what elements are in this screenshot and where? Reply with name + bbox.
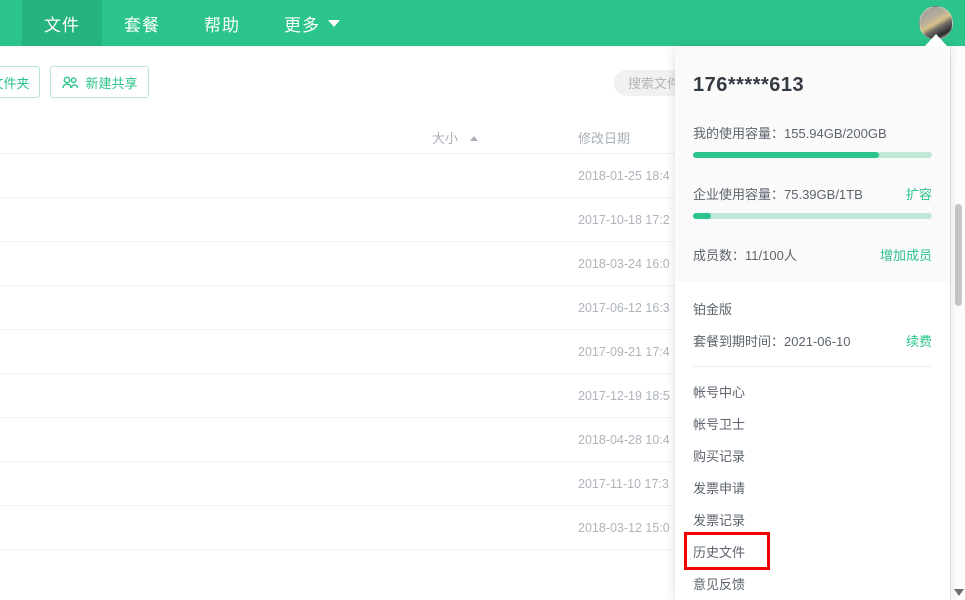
nav-tab-help[interactable]: 帮助 [182,0,262,46]
dropdown-pointer [925,34,947,46]
new-folder-button[interactable]: 新建文件夹 [0,66,40,98]
file-date-cell: 2017-12-19 18:5 [578,389,670,403]
plan-expiry-label: 套餐到期时间：2021-06-10 [693,331,932,350]
nav-tab-more[interactable]: 更多 [262,0,362,46]
top-navigation-bar: 文件 套餐 帮助 更多 [0,0,965,46]
menu-item-label: 历史文件 [693,542,745,561]
menu-item-5[interactable]: 历史文件 [687,535,767,567]
new-folder-label: 新建文件夹 [0,73,30,92]
menu-item-1[interactable]: 帐号卫士 [693,407,932,439]
file-date-cell: 2018-03-24 16:0 [578,257,670,271]
menu-item-label: 发票申请 [693,478,745,497]
column-header-date[interactable]: 修改日期 [578,128,630,147]
menu-item-label: 发票记录 [693,510,745,529]
app-root: 文件 套餐 帮助 更多 新建文件夹 [0,0,965,600]
menu-item-label: 帐号中心 [693,382,745,401]
menu-item-0[interactable]: 帐号中心 [693,375,932,407]
chevron-down-icon [328,20,340,27]
menu-item-3[interactable]: 发票申请 [693,471,932,503]
nav-tab-more-label: 更多 [284,11,320,36]
account-summary-section: 176*****613 我的使用容量：155.94GB/200GB 企业使用容量… [675,46,950,282]
nav-tab-files-label: 文件 [44,11,80,36]
personal-quota-label: 我的使用容量：155.94GB/200GB [693,123,932,142]
account-phone-number: 176*****613 [693,46,932,97]
sort-ascending-arrow-icon [470,136,478,141]
new-share-label: 新建共享 [86,73,138,92]
menu-item-label: 帐号卫士 [693,414,745,433]
account-menu-list: 帐号中心帐号卫士购买记录发票申请发票记录历史文件意见反馈退出云盘 [693,367,932,600]
enterprise-quota-row: 企业使用容量：75.39GB/1TB 扩容 [693,184,932,219]
column-header-size[interactable]: 大小 [432,128,478,147]
menu-item-6[interactable]: 意见反馈 [693,567,932,599]
column-header-date-label: 修改日期 [578,131,630,146]
file-date-cell: 2017-10-18 17:2 [578,213,670,227]
renew-plan-link[interactable]: 续费 [906,331,932,350]
menu-item-label: 意见反馈 [693,574,745,593]
scroll-down-arrow-icon[interactable] [954,589,964,596]
personal-quota-row: 我的使用容量：155.94GB/200GB [693,123,932,158]
menu-item-label: 购买记录 [693,446,745,465]
menu-item-4[interactable]: 发票记录 [693,503,932,535]
account-dropdown-panel: 176*****613 我的使用容量：155.94GB/200GB 企业使用容量… [675,46,950,600]
personal-quota-bar [693,152,932,158]
file-date-cell: 2018-01-25 18:4 [578,169,670,183]
member-count-row: 成员数：11/100人 增加成员 [693,245,932,266]
menu-item-2[interactable]: 购买记录 [693,439,932,471]
nav-tab-help-label: 帮助 [204,11,240,36]
new-share-button[interactable]: 新建共享 [50,66,149,98]
nav-tab-plans[interactable]: 套餐 [102,0,182,46]
file-date-cell: 2017-11-10 17:3 [578,477,669,491]
plan-expiry-row: 套餐到期时间：2021-06-10 续费 [693,331,932,366]
column-header-size-label: 大小 [432,131,458,146]
nav-tab-plans-label: 套餐 [124,11,160,36]
nav-tab-files[interactable]: 文件 [22,0,102,46]
nav-tabs: 文件 套餐 帮助 更多 [22,0,362,46]
enterprise-quota-bar [693,213,932,219]
file-date-cell: 2017-09-21 17:4 [578,345,670,359]
add-member-link[interactable]: 增加成员 [880,245,932,264]
expand-storage-link[interactable]: 扩容 [906,184,932,203]
file-date-cell: 2017-06-12 16:3 [578,301,670,315]
file-date-cell: 2018-04-28 10:4 [578,433,670,447]
account-menu-section: 铂金版 套餐到期时间：2021-06-10 续费 帐号中心帐号卫士购买记录发票申… [675,282,950,600]
people-group-icon [62,76,79,89]
file-date-cell: 2018-03-12 15:0 [578,521,670,535]
plan-name: 铂金版 [693,282,932,318]
enterprise-quota-label: 企业使用容量：75.39GB/1TB [693,184,932,203]
scrollbar-thumb[interactable] [955,204,962,306]
vertical-scrollbar[interactable] [950,46,965,600]
